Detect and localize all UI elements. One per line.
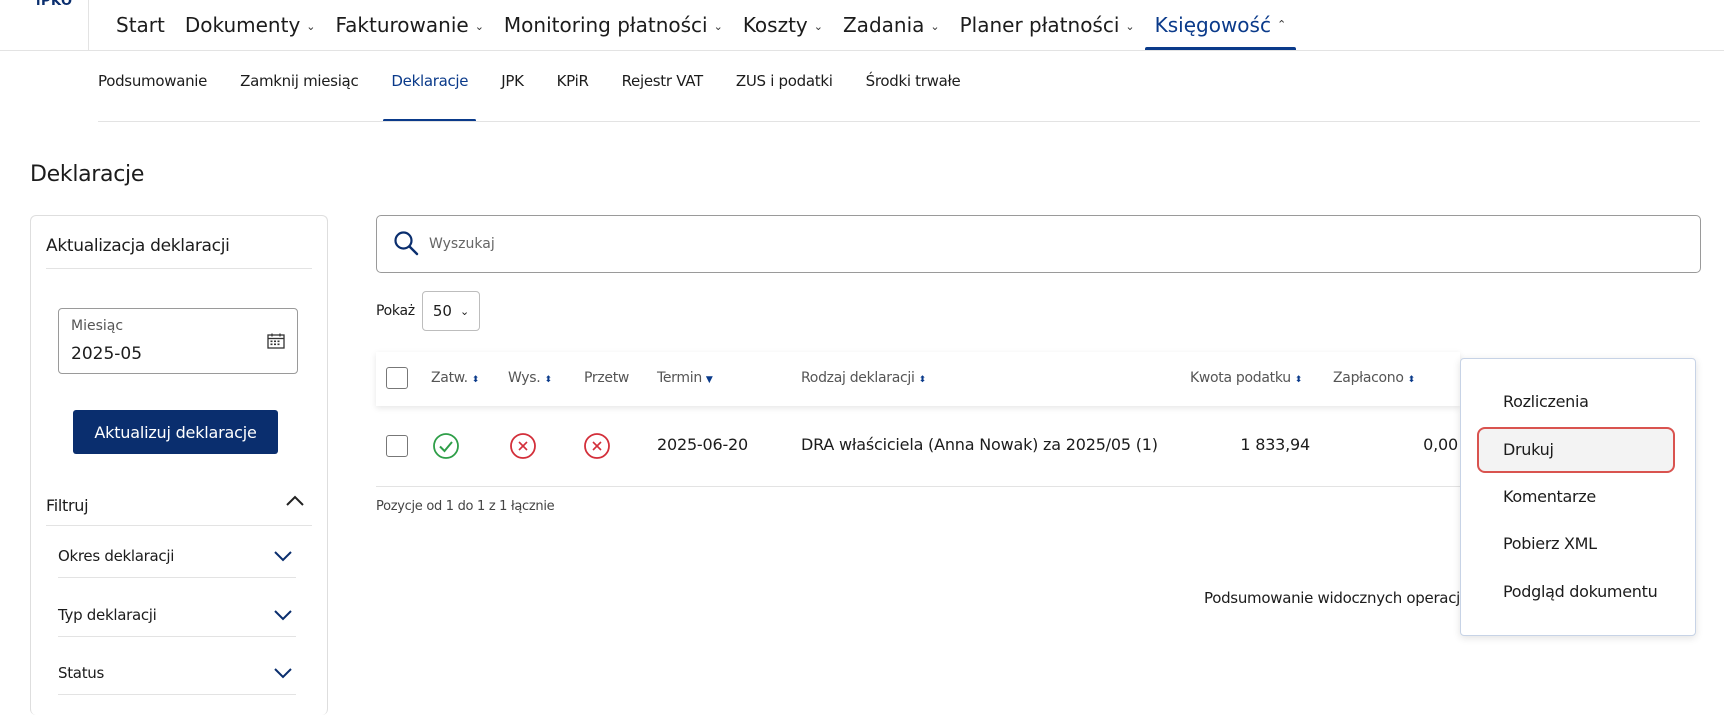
topnav-label: Start bbox=[116, 13, 165, 37]
column-label: Rodzaj deklaracji bbox=[801, 370, 915, 386]
sort-icon: ⬍ bbox=[544, 375, 552, 385]
top-nav-border bbox=[0, 50, 1724, 51]
tab-kpir[interactable]: KPiR bbox=[557, 72, 589, 122]
chevron-down-icon: ⌄ bbox=[306, 19, 316, 33]
check-circle-icon bbox=[433, 433, 459, 459]
topnav-label: Planer płatności bbox=[959, 13, 1120, 37]
tab-zus-i-podatki[interactable]: ZUS i podatki bbox=[736, 72, 833, 122]
tab-srodki-trwale[interactable]: Środki trwałe bbox=[866, 72, 961, 122]
column-header-sent[interactable]: Wys. ⬍ bbox=[508, 370, 552, 386]
cell-due-date: 2025-06-20 bbox=[657, 435, 748, 454]
column-label: Termin bbox=[657, 370, 702, 386]
topnav-item-start[interactable]: Start bbox=[106, 0, 175, 50]
divider bbox=[58, 636, 296, 637]
column-header-paid[interactable]: Zapłacono ⬍ bbox=[1333, 370, 1415, 386]
chevron-down-icon: ⌄ bbox=[1125, 19, 1135, 33]
sort-icon: ⬍ bbox=[1294, 375, 1303, 385]
panel-title: Aktualizacja deklaracji bbox=[46, 236, 230, 256]
page-size-select[interactable]: 50 ⌄ bbox=[422, 291, 480, 331]
column-header-approved[interactable]: Zatw. ⬍ bbox=[431, 370, 479, 386]
tab-zamknij-miesiac[interactable]: Zamknij miesiąc bbox=[240, 72, 359, 122]
search-input[interactable] bbox=[429, 232, 1329, 256]
sort-icon: ⬍ bbox=[471, 375, 480, 385]
chevron-down-icon[interactable] bbox=[272, 549, 294, 563]
chevron-down-icon: ⌄ bbox=[813, 19, 823, 33]
chevron-up-icon[interactable] bbox=[284, 494, 306, 508]
tab-deklaracje[interactable]: Deklaracje bbox=[383, 72, 477, 122]
topnav-item-planer[interactable]: Planer płatności ⌄ bbox=[950, 0, 1145, 50]
brand-logo[interactable]: iPKO bbox=[36, 0, 73, 9]
topnav-label: Zadania bbox=[842, 13, 925, 37]
update-declarations-button[interactable]: Aktualizuj deklaracje bbox=[73, 410, 278, 454]
logo-divider bbox=[88, 0, 89, 50]
topnav-item-monitoring[interactable]: Monitoring płatności ⌄ bbox=[494, 0, 733, 50]
topnav-item-dokumenty[interactable]: Dokumenty ⌄ bbox=[175, 0, 326, 50]
page-size-label: Pokaż bbox=[376, 303, 415, 319]
cell-tax-amount: 1 833,94 bbox=[1240, 435, 1310, 454]
chevron-down-icon: ⌄ bbox=[713, 19, 723, 33]
column-label: Zatw. bbox=[431, 370, 468, 386]
row-divider bbox=[376, 486, 1460, 487]
cell-declaration-type[interactable]: DRA właściciela (Anna Nowak) za 2025/05 … bbox=[801, 435, 1158, 454]
month-value[interactable]: 2025-05 bbox=[71, 344, 142, 364]
visible-operations-summary: Podsumowanie widocznych operacji bbox=[1204, 589, 1464, 607]
chevron-down-icon: ⌄ bbox=[459, 304, 470, 318]
topnav-item-fakturowanie[interactable]: Fakturowanie ⌄ bbox=[326, 0, 494, 50]
sort-icon: ⬍ bbox=[1407, 375, 1416, 385]
declaration-update-panel bbox=[30, 215, 328, 715]
x-circle-icon bbox=[510, 433, 536, 459]
menu-item-pobierz-xml[interactable]: Pobierz XML bbox=[1503, 534, 1597, 553]
column-label: Wys. bbox=[508, 370, 541, 386]
filter-typ-deklaracji[interactable]: Typ deklaracji bbox=[58, 606, 157, 624]
topnav-label: Koszty bbox=[742, 13, 808, 37]
top-navigation: Start Dokumenty ⌄ Fakturowanie ⌄ Monitorin… bbox=[106, 0, 1296, 50]
topnav-label: Księgowość bbox=[1154, 13, 1271, 37]
calendar-icon[interactable] bbox=[267, 333, 285, 349]
filter-okres-deklaracji[interactable]: Okres deklaracji bbox=[58, 547, 174, 565]
filter-label[interactable]: Filtruj bbox=[46, 496, 89, 515]
column-header-processed[interactable]: Przetw bbox=[584, 370, 629, 386]
topnav-label: Fakturowanie bbox=[335, 13, 469, 37]
tab-podsumowanie[interactable]: Podsumowanie bbox=[98, 72, 207, 122]
menu-item-drukuj[interactable]: Drukuj bbox=[1503, 440, 1554, 459]
sort-icon: ⬍ bbox=[918, 375, 927, 385]
column-label: Zapłacono bbox=[1333, 370, 1404, 386]
menu-item-komentarze[interactable]: Komentarze bbox=[1503, 487, 1596, 506]
search-icon bbox=[394, 231, 419, 256]
cell-paid: 0,00 bbox=[1423, 435, 1458, 454]
divider bbox=[46, 525, 312, 526]
chevron-down-icon: ⌄ bbox=[930, 19, 940, 33]
menu-item-podglad-dokumentu[interactable]: Podgląd dokumentu bbox=[1503, 582, 1658, 601]
x-circle-icon bbox=[584, 433, 610, 459]
topnav-label: Dokumenty bbox=[184, 13, 301, 37]
topnav-item-ksiegowosc[interactable]: Księgowość ⌄ bbox=[1144, 0, 1297, 50]
column-header-type[interactable]: Rodzaj deklaracji ⬍ bbox=[801, 370, 926, 386]
divider bbox=[46, 268, 312, 269]
sort-desc-icon: ▼ bbox=[705, 375, 713, 385]
filter-status[interactable]: Status bbox=[58, 664, 104, 682]
topnav-item-zadania[interactable]: Zadania ⌄ bbox=[833, 0, 950, 50]
page-title: Deklaracje bbox=[30, 162, 145, 187]
column-header-tax-amount[interactable]: Kwota podatku ⬍ bbox=[1190, 370, 1302, 386]
menu-item-rozliczenia[interactable]: Rozliczenia bbox=[1503, 392, 1589, 411]
chevron-up-icon: ⌄ bbox=[1276, 16, 1287, 30]
sub-navigation: Podsumowanie Zamknij miesiąc Deklaracje … bbox=[98, 72, 993, 122]
chevron-down-icon: ⌄ bbox=[474, 19, 484, 33]
divider bbox=[58, 694, 296, 695]
topnav-item-koszty[interactable]: Koszty ⌄ bbox=[733, 0, 833, 50]
pagination-info: Pozycje od 1 do 1 z 1 łącznie bbox=[376, 499, 555, 514]
column-label: Kwota podatku bbox=[1190, 370, 1291, 386]
chevron-down-icon[interactable] bbox=[272, 608, 294, 622]
tab-jpk[interactable]: JPK bbox=[501, 72, 524, 122]
sub-nav-border bbox=[98, 121, 1700, 122]
tab-rejestr-vat[interactable]: Rejestr VAT bbox=[622, 72, 704, 122]
column-header-due[interactable]: Termin ▼ bbox=[657, 370, 713, 386]
divider bbox=[58, 577, 296, 578]
topnav-label: Monitoring płatności bbox=[503, 13, 708, 37]
select-all-checkbox[interactable] bbox=[386, 367, 408, 389]
chevron-down-icon[interactable] bbox=[272, 666, 294, 680]
month-label: Miesiąc bbox=[71, 318, 124, 334]
row-checkbox[interactable] bbox=[386, 435, 408, 457]
page-size-value: 50 bbox=[432, 302, 452, 320]
